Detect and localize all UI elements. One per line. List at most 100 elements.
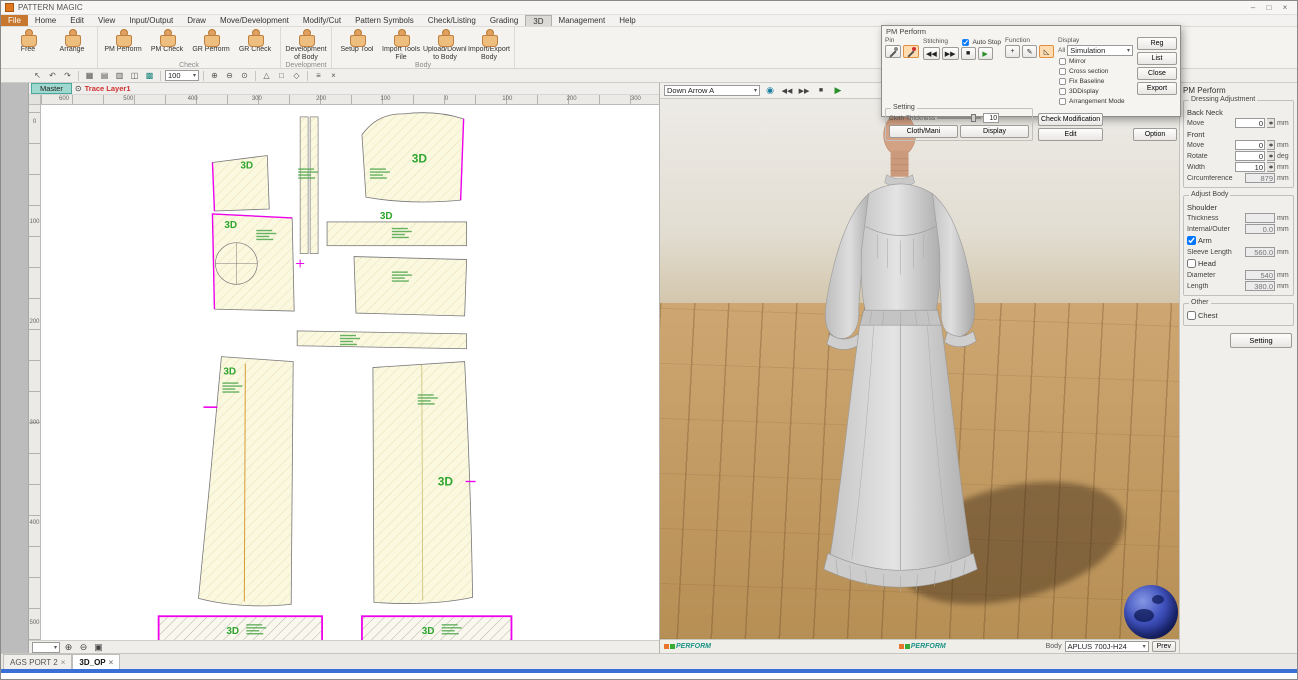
chest-checkbox[interactable] <box>1187 311 1196 320</box>
play-button[interactable]: ▶ <box>977 47 993 60</box>
zoom-in-icon[interactable]: ⊕ <box>208 70 221 82</box>
move-pin-icon[interactable]: + <box>1005 45 1020 58</box>
close-button[interactable]: × <box>1277 3 1293 12</box>
3d-viewport[interactable] <box>660 99 1179 639</box>
list-button[interactable]: List <box>1137 52 1177 65</box>
zoom-fit-icon[interactable]: ▣ <box>92 642 105 653</box>
pattern-piece-band-top[interactable]: 3D <box>326 211 468 247</box>
cross-section-checkbox[interactable] <box>1059 67 1066 75</box>
ribbon-pm-check-button[interactable]: PM Check <box>145 28 189 62</box>
navigation-sphere[interactable] <box>1124 585 1178 639</box>
document-tab-active[interactable]: 3D_OP × <box>72 654 121 669</box>
menu-view[interactable]: View <box>91 15 122 26</box>
hatch-icon[interactable]: ▩ <box>143 70 156 82</box>
layer-tab-master[interactable]: Master <box>31 83 72 94</box>
spinner-control[interactable] <box>1267 140 1275 150</box>
angle-tool-icon[interactable]: ◺ <box>1039 45 1054 58</box>
eye-icon[interactable]: ⊙ <box>75 84 82 93</box>
diamond-tool-icon[interactable]: ◇ <box>290 70 303 82</box>
pen-icon[interactable]: ✎ <box>1022 45 1037 58</box>
front-move-input[interactable]: 0 <box>1235 140 1265 150</box>
fast-forward-button[interactable]: ▶▶ <box>941 47 959 60</box>
step-backward-button[interactable]: ◀◀ <box>780 84 794 97</box>
pattern-piece-mid-panel[interactable] <box>353 256 468 317</box>
menu-move-development[interactable]: Move/Development <box>213 15 296 26</box>
menu-edit[interactable]: Edit <box>63 15 91 26</box>
cloth-thickness-slider[interactable] <box>937 114 982 122</box>
list-icon[interactable]: ≡ <box>312 70 325 82</box>
check-modification-button[interactable]: Check Modification <box>1038 113 1104 126</box>
select-arrow-icon[interactable]: ↖ <box>31 70 44 82</box>
mirror-checkbox[interactable] <box>1059 57 1066 65</box>
minimize-button[interactable]: – <box>1245 3 1261 12</box>
undo-icon[interactable]: ↶ <box>46 70 59 82</box>
option-button[interactable]: Option <box>1133 128 1177 141</box>
zoom-in-icon[interactable]: ⊕ <box>62 642 75 653</box>
pattern-piece-band-long[interactable] <box>296 330 468 350</box>
maximize-button[interactable]: □ <box>1261 3 1277 12</box>
display-button[interactable]: Display <box>960 125 1029 138</box>
columns-icon[interactable]: ▥ <box>113 70 126 82</box>
dress-model[interactable] <box>660 99 1179 639</box>
spinner-control[interactable] <box>1267 118 1275 128</box>
close-icon[interactable]: × <box>109 658 114 667</box>
arrangement-mode-checkbox[interactable] <box>1059 97 1066 105</box>
pin-tool-button[interactable] <box>885 45 901 58</box>
menu-draw[interactable]: Draw <box>180 15 213 26</box>
triangle-tool-icon[interactable]: △ <box>260 70 273 82</box>
document-tab[interactable]: AGS PORT 2 × <box>3 654 73 669</box>
redo-icon[interactable]: ↷ <box>61 70 74 82</box>
slider-thumb[interactable] <box>971 114 977 122</box>
rectangle-tool-icon[interactable]: □ <box>275 70 288 82</box>
overlay-icon[interactable]: ◫ <box>128 70 141 82</box>
head-checkbox[interactable] <box>1187 259 1196 268</box>
zoom-out-icon[interactable]: ⊖ <box>223 70 236 82</box>
ribbon-upload-download-body-button[interactable]: Upload/Download to Body <box>423 28 467 62</box>
pattern-piece-strips[interactable] <box>298 116 319 254</box>
ribbon-import-export-body-button[interactable]: Import/Export Body <box>467 28 511 62</box>
close-icon[interactable]: × <box>61 658 66 667</box>
ribbon-setup-tool-button[interactable]: Setup Tool <box>335 28 379 62</box>
ribbon-import-tools-file-button[interactable]: Import Tools File <box>379 28 423 62</box>
zoom-out-icon[interactable]: ⊖ <box>77 642 90 653</box>
ribbon-gr-perform-button[interactable]: GR Perform <box>189 28 233 62</box>
menu-3d[interactable]: 3D <box>525 15 552 26</box>
ribbon-arrange-button[interactable]: Arrange <box>50 28 94 62</box>
fast-forward-button[interactable]: ▶▶ <box>797 84 811 97</box>
pattern-piece-bodice-front[interactable]: 3D <box>211 213 305 312</box>
menu-pattern-symbols[interactable]: Pattern Symbols <box>348 15 421 26</box>
menu-home[interactable]: Home <box>28 15 63 26</box>
prev-button[interactable]: Prev <box>1151 641 1176 652</box>
cloth-mani-button[interactable]: Cloth/Mani <box>889 125 958 138</box>
spinner-control[interactable] <box>1267 162 1275 172</box>
auto-stop-checkbox[interactable] <box>962 38 970 46</box>
menu-check-listing[interactable]: Check/Listing <box>421 15 483 26</box>
pattern-piece-belt-left[interactable]: 3D <box>157 615 323 640</box>
delete-icon[interactable]: × <box>327 70 340 82</box>
pattern-piece-skirt-left[interactable]: 3D <box>198 356 294 607</box>
play-button[interactable]: ▶ <box>831 84 845 97</box>
zoom-preset-select[interactable]: ▾ <box>32 641 60 653</box>
reg-button[interactable]: Reg <box>1137 37 1177 50</box>
pin-red-tool-button[interactable] <box>903 45 919 58</box>
edit-button[interactable]: Edit <box>1038 128 1104 141</box>
menu-file[interactable]: File <box>1 15 28 26</box>
fix-baseline-checkbox[interactable] <box>1059 77 1066 85</box>
rows-icon[interactable]: ▤ <box>98 70 111 82</box>
view-preset-select[interactable]: Down Arrow A ▾ <box>664 85 760 96</box>
front-width-input[interactable]: 10 <box>1235 162 1265 172</box>
3d-display-checkbox[interactable] <box>1059 87 1066 95</box>
pattern-piece-skirt-right[interactable]: 3D <box>372 361 476 604</box>
pattern-piece-belt-right[interactable]: 3D <box>361 615 513 640</box>
zoom-level-select[interactable]: 100 ▾ <box>165 70 199 81</box>
back-neck-move-input[interactable]: 0 <box>1235 118 1265 128</box>
setting-button[interactable]: Setting <box>1230 333 1292 348</box>
export-button[interactable]: Export <box>1137 82 1177 95</box>
front-rotate-input[interactable]: 0 <box>1235 151 1265 161</box>
spinner-control[interactable] <box>1267 151 1275 161</box>
grid-icon[interactable]: ▦ <box>83 70 96 82</box>
menu-modify-cut[interactable]: Modify/Cut <box>296 15 348 26</box>
pattern-canvas[interactable]: 3D 3D 3D 3D 3D 3D 3D 3D <box>41 105 659 640</box>
menu-input-output[interactable]: Input/Output <box>122 15 180 26</box>
menu-grading[interactable]: Grading <box>483 15 525 26</box>
